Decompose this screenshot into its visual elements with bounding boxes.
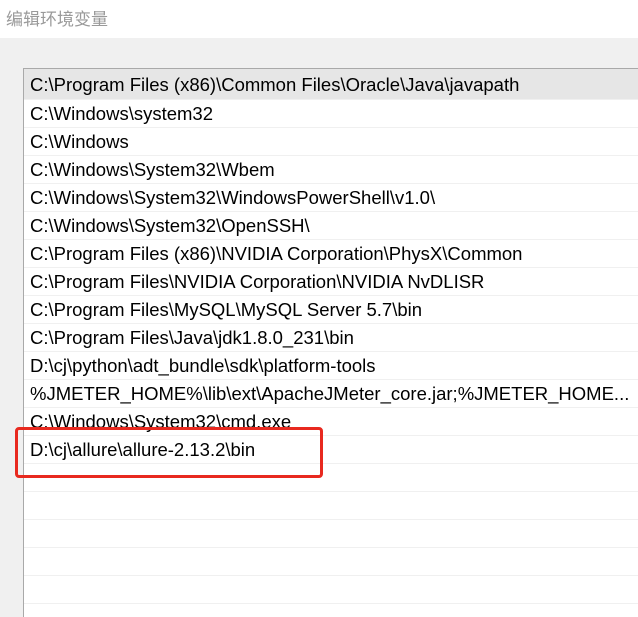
path-list-item[interactable]: C:\Windows\System32\WindowsPowerShell\v1… (24, 184, 638, 212)
path-list-item[interactable]: C:\Windows\system32 (24, 100, 638, 128)
path-list-empty-row[interactable] (24, 520, 638, 548)
path-list-item[interactable]: %JMETER_HOME%\lib\ext\ApacheJMeter_core.… (24, 380, 638, 408)
path-listbox[interactable]: C:\Program Files (x86)\Common Files\Orac… (23, 68, 638, 617)
path-list-empty-row[interactable] (24, 576, 638, 604)
path-list-item[interactable]: C:\Program Files (x86)\Common Files\Orac… (24, 69, 638, 100)
path-list-item[interactable]: D:\cj\allure\allure-2.13.2\bin (24, 436, 638, 464)
path-list-empty-row[interactable] (24, 464, 638, 492)
title-bar: 编辑环境变量 (0, 0, 638, 38)
path-list-empty-row[interactable] (24, 604, 638, 617)
path-list-empty-row[interactable] (24, 548, 638, 576)
path-list-item[interactable]: C:\Program Files\Java\jdk1.8.0_231\bin (24, 324, 638, 352)
path-list-item[interactable]: C:\Program Files\MySQL\MySQL Server 5.7\… (24, 296, 638, 324)
path-list-item[interactable]: C:\Windows (24, 128, 638, 156)
path-list-empty-row[interactable] (24, 492, 638, 520)
window-title: 编辑环境变量 (6, 10, 108, 30)
path-list-item[interactable]: D:\cj\python\adt_bundle\sdk\platform-too… (24, 352, 638, 380)
path-list-item[interactable]: C:\Windows\System32\cmd.exe (24, 408, 638, 436)
path-list-item[interactable]: C:\Windows\System32\OpenSSH\ (24, 212, 638, 240)
path-list-item[interactable]: C:\Program Files (x86)\NVIDIA Corporatio… (24, 240, 638, 268)
path-list-item[interactable]: C:\Windows\System32\Wbem (24, 156, 638, 184)
path-list-item[interactable]: C:\Program Files\NVIDIA Corporation\NVID… (24, 268, 638, 296)
